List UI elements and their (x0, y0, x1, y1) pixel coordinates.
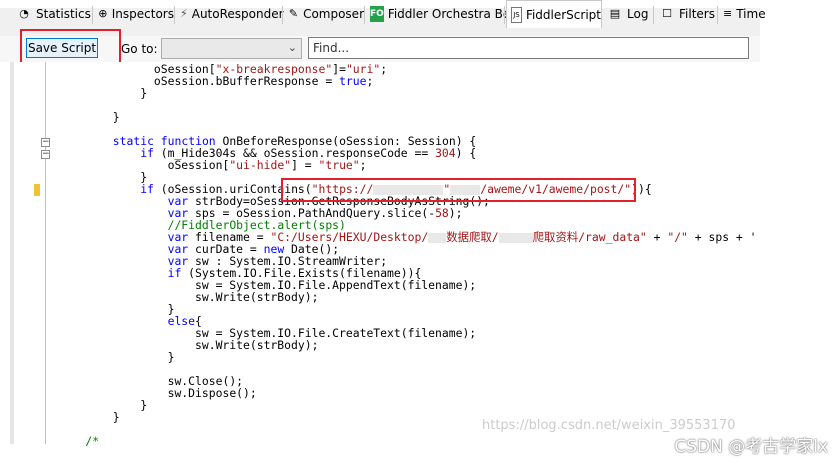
code-token: ); (448, 206, 463, 220)
code-token: ; (366, 74, 374, 88)
tab-fiddler-orchestra-beta[interactable]: FO Fiddler Orchestra Beta (366, 2, 522, 26)
tab-fiddlerscript[interactable]: JS FiddlerScript (506, 0, 602, 28)
code-token: } (112, 410, 120, 424)
composer-icon: ✎ (288, 7, 299, 20)
code-token: "true" (318, 158, 360, 172)
code-token: true (339, 74, 367, 88)
code-token: ] = (291, 158, 319, 172)
code-line: } (168, 351, 175, 363)
code-line: /* (85, 435, 99, 447)
editor-gutter (10, 62, 14, 444)
url-highlight-box (281, 178, 636, 202)
tab-label: Fiddler Orchestra Beta (387, 7, 523, 21)
redacted-text (498, 232, 533, 243)
code-line: sw.Write(strBody); (195, 291, 318, 303)
tab-label: Composer (303, 7, 364, 21)
code-token: } (140, 86, 148, 100)
code-line: sw.Dispose(); (168, 387, 257, 399)
code-token: "ui-hide" (229, 158, 292, 172)
code-token: + sps + ' (687, 230, 757, 244)
code-token: if (140, 146, 161, 160)
tab-separator (174, 6, 175, 24)
changed-line-marker (34, 184, 40, 196)
code-line: } (113, 411, 120, 423)
code-line: } (140, 399, 147, 411)
code-line: sw.Write(strBody); (195, 339, 318, 351)
tab-composer[interactable]: ✎ Composer (284, 2, 364, 26)
lightning-icon: ⚡ (180, 7, 188, 20)
code-token: 58 (435, 206, 449, 220)
tab-separator (364, 6, 365, 24)
code-line: oSession["ui-hide"] = "true"; (168, 159, 367, 171)
tab-autoresponder[interactable]: ⚡ AutoResponder (176, 2, 284, 26)
code-token: 数据爬取/ (446, 230, 499, 244)
tab-label: Log (627, 7, 649, 21)
fold-toggle-icon[interactable]: − (41, 138, 50, 147)
code-line: } (113, 111, 120, 123)
goto-select[interactable]: ⌄ (161, 38, 302, 59)
tab-separator (717, 6, 718, 24)
tab-time[interactable]: ≡ Time (719, 2, 766, 26)
fold-guide (45, 62, 46, 444)
tab-label: AutoResponder (191, 7, 284, 21)
code-line: oSession.bBufferResponse = true; (154, 75, 373, 87)
code-token: ; (359, 158, 367, 172)
tab-filters[interactable]: ☐ Filters (655, 2, 717, 26)
tab-label: Inspectors (111, 7, 174, 21)
chevron-down-icon: ⌄ (287, 41, 297, 54)
code-token: ; (380, 62, 388, 76)
code-token: "/" (667, 230, 688, 244)
code-token: 304 (435, 146, 456, 160)
code-token: oSession.bBufferResponse = (153, 74, 340, 88)
tab-separator (504, 6, 505, 24)
filters-icon: ☐ (662, 7, 672, 20)
find-input[interactable]: Find... (308, 37, 749, 59)
tab-separator (92, 6, 93, 24)
code-token: if (167, 266, 189, 280)
script-icon: JS (511, 6, 522, 23)
tab-label: FiddlerScript (525, 7, 601, 22)
tab-separator (653, 6, 654, 24)
code-token: } (140, 398, 148, 412)
redacted-text (428, 232, 447, 243)
code-line: } (140, 87, 147, 99)
code-token: sw.Write(strBody); (195, 338, 319, 352)
code-token: sw.Write(strBody); (195, 290, 319, 304)
code-token: 爬取资料/raw_data" (532, 230, 647, 244)
code-token: + (646, 230, 668, 244)
log-icon: ▤ (609, 7, 621, 20)
code-token: } (167, 350, 175, 364)
tab-statistics[interactable]: ◔ Statistics (12, 2, 92, 26)
code-token: oSession[ (167, 158, 230, 172)
tab-inspectors[interactable]: ⊕ Inspectors (94, 2, 174, 26)
timeline-icon: ≡ (723, 7, 733, 20)
tab-label: Statistics (36, 7, 91, 21)
goto-label: Go to: (121, 42, 158, 56)
csdn-watermark: CSDN @考古学家lx (674, 437, 828, 457)
code-token: else (167, 314, 196, 328)
tab-log[interactable]: ▤ Log (603, 2, 653, 26)
tab-label: Filters (679, 7, 715, 21)
code-token: /* (85, 434, 100, 448)
code-token: ) { (455, 146, 477, 160)
tab-separator (601, 6, 602, 24)
orchestra-icon: FO (370, 6, 384, 22)
tab-separator (282, 6, 283, 24)
code-token: } (112, 110, 120, 124)
code-token: sw.Dispose(); (167, 386, 257, 400)
statistics-icon: ◔ (19, 7, 29, 20)
code-token: { (644, 182, 652, 196)
code-token: if (140, 182, 161, 196)
fold-toggle-icon[interactable]: − (41, 150, 50, 159)
tab-label: Time (736, 7, 766, 21)
inspectors-icon: ⊕ (98, 7, 108, 20)
blog-watermark: https://blog.csdn.net/weixin_39553170 (482, 418, 736, 433)
